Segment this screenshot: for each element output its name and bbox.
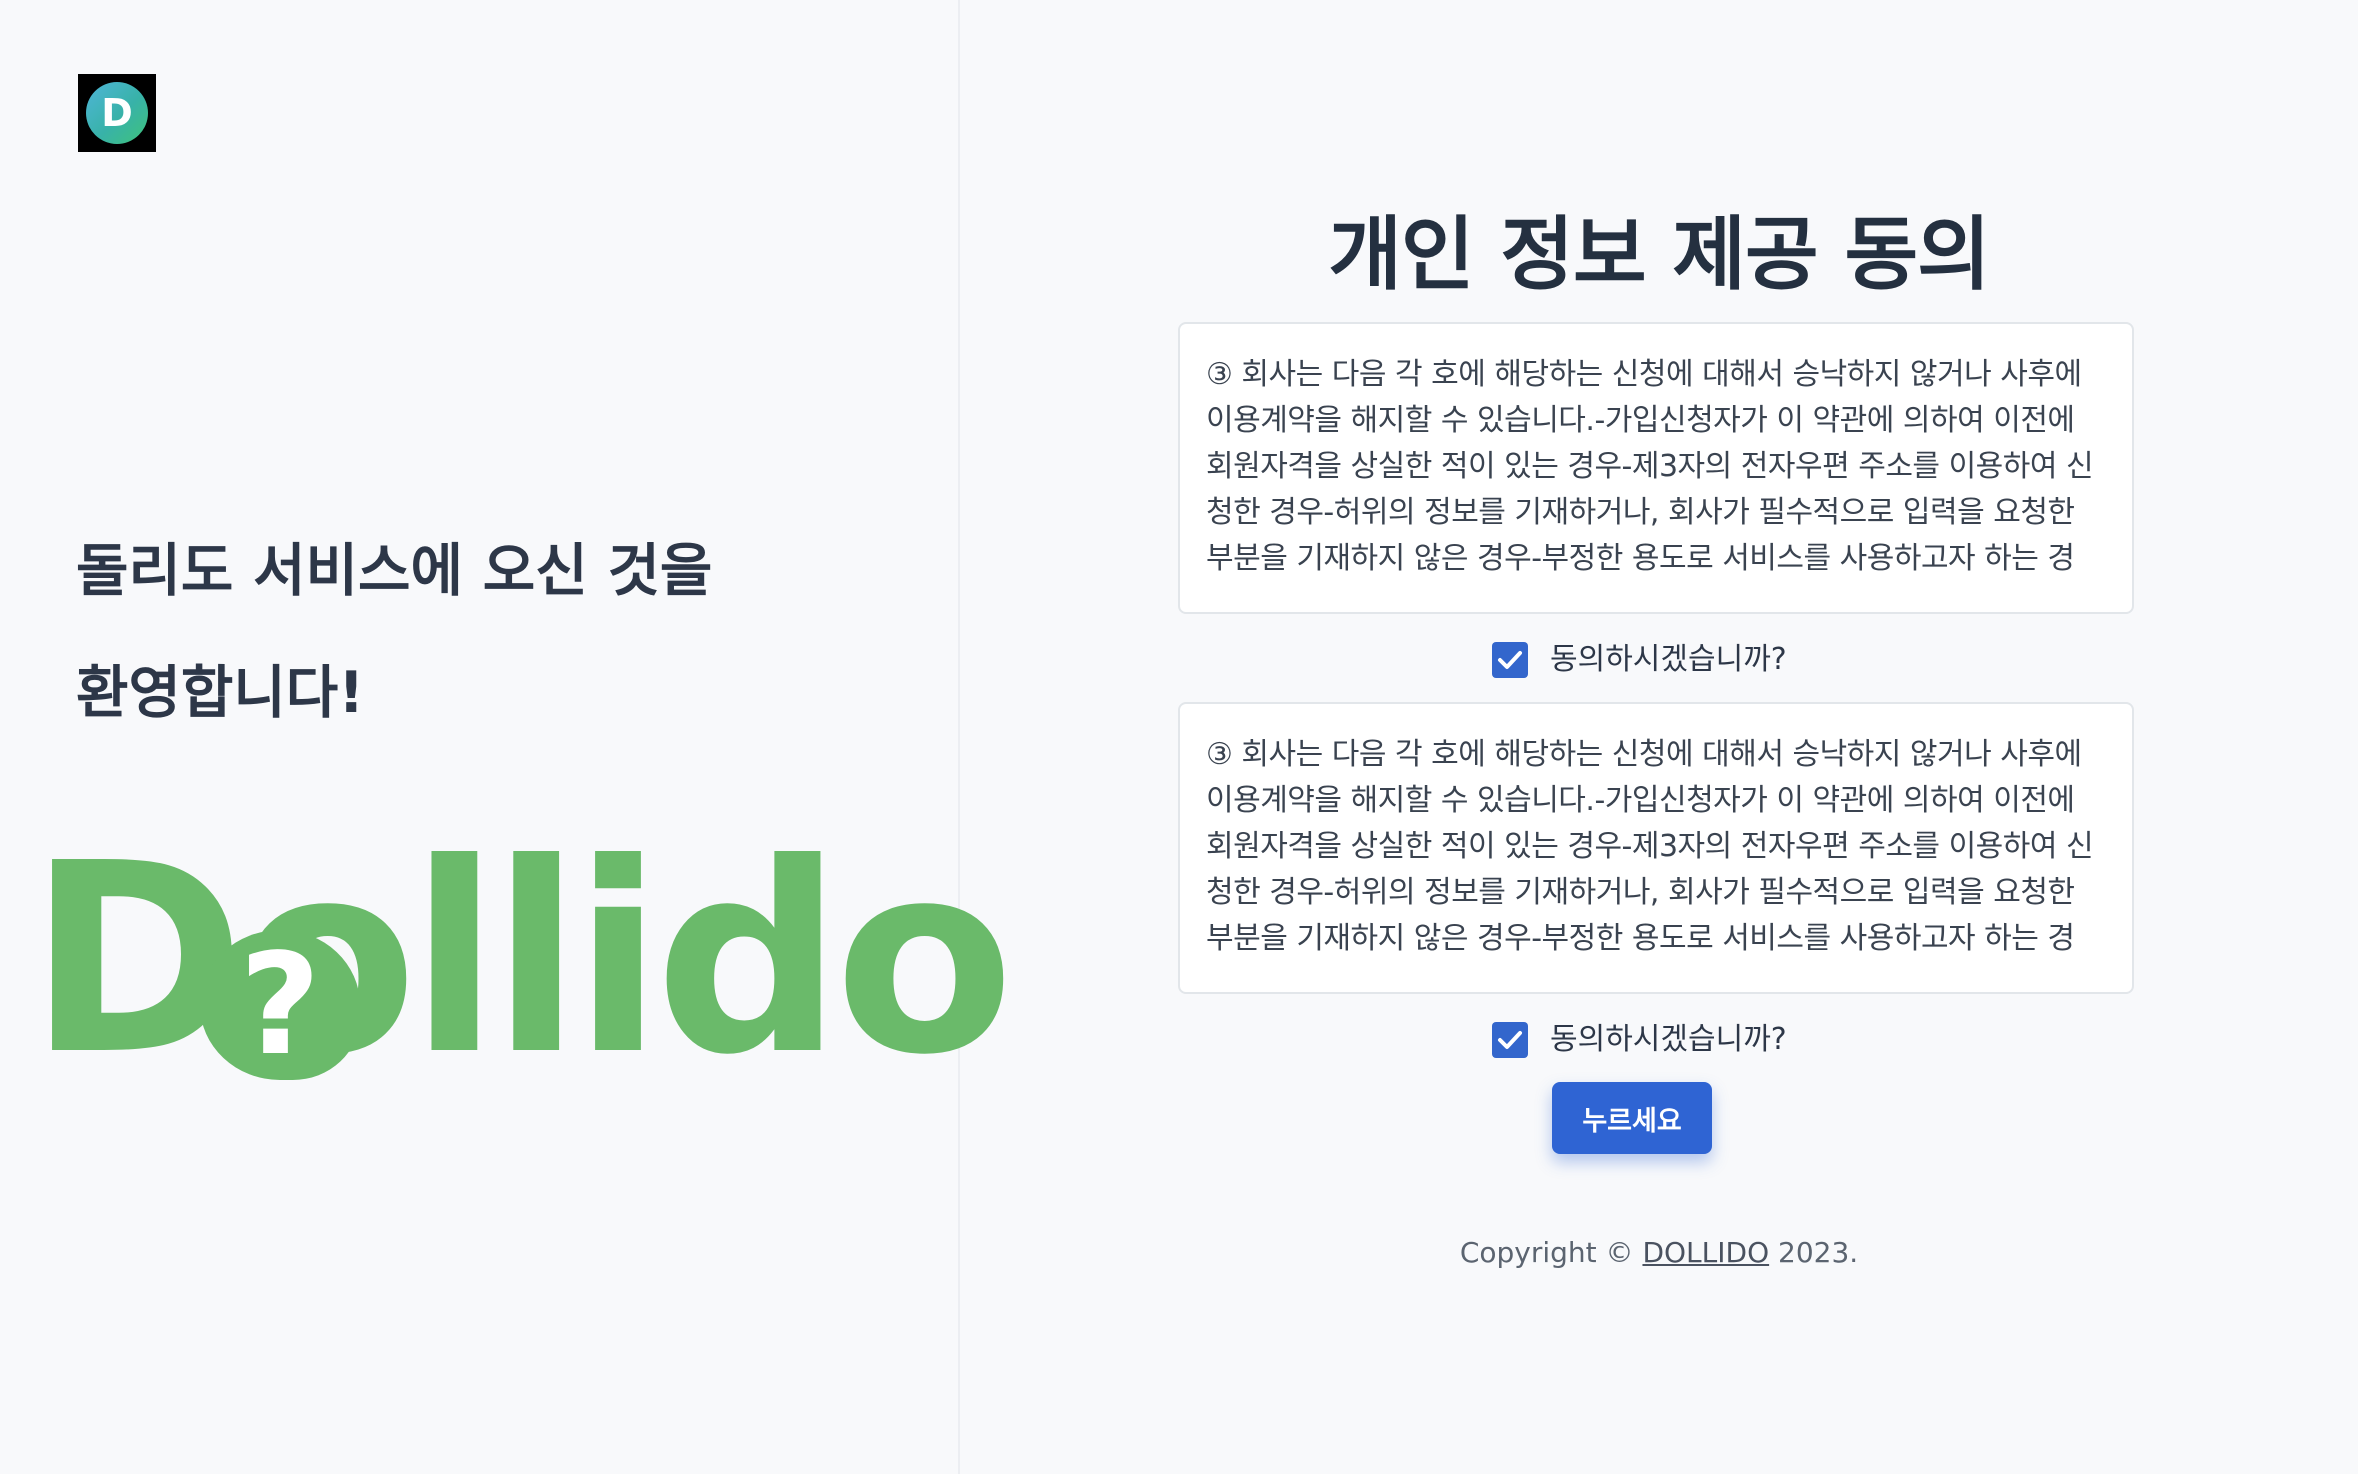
page-title: 개인 정보 제공 동의	[1328, 208, 1990, 301]
question-bubble-icon: ?	[200, 930, 360, 1080]
left-panel: D 돌리도 서비스에 오신 것을 환영합니다! Dollido ?	[0, 0, 1014, 1474]
checkmark-icon	[1498, 1031, 1522, 1049]
app-logo[interactable]: D	[78, 74, 156, 152]
agree-label[interactable]: 동의하시겠습니까?	[1550, 1020, 1787, 1060]
copyright-suffix: 2023.	[1769, 1236, 1859, 1269]
welcome-line-1: 돌리도 서비스에 오신 것을	[76, 538, 713, 604]
terms-box[interactable]: ③ 회사는 다음 각 호에 해당하는 신청에 대해서 승낙하지 않거나 사후에 …	[1178, 702, 2134, 994]
copyright: Copyright © DOLLIDO 2023.	[960, 1236, 2358, 1269]
submit-button[interactable]: 누르세요	[1552, 1082, 1712, 1154]
terms-text: ③ 회사는 다음 각 호에 해당하는 신청에 대해서 승낙하지 않거나 사후에 …	[1206, 737, 2094, 956]
logo-letter: D	[101, 91, 133, 135]
question-mark: ?	[239, 924, 321, 1087]
brand-logo: Dollido ?	[28, 829, 1014, 1091]
copyright-link[interactable]: DOLLIDO	[1642, 1236, 1769, 1269]
copyright-prefix: Copyright ©	[1459, 1236, 1643, 1269]
terms-text: ③ 회사는 다음 각 호에 해당하는 신청에 대해서 승낙하지 않거나 사후에 …	[1206, 357, 2094, 576]
terms-box[interactable]: ③ 회사는 다음 각 호에 해당하는 신청에 대해서 승낙하지 않거나 사후에 …	[1178, 322, 2134, 614]
welcome-line-2: 환영합니다!	[76, 660, 365, 726]
brand-wordmark: Dollido	[28, 807, 1014, 1112]
welcome-message: 돌리도 서비스에 오신 것을 환영합니다!	[76, 510, 796, 754]
agree-checkbox[interactable]	[1492, 1022, 1528, 1058]
agree-label[interactable]: 동의하시겠습니까?	[1550, 640, 1787, 680]
right-panel: 개인 정보 제공 동의 ③ 회사는 다음 각 호에 해당하는 신청에 대해서 승…	[960, 0, 2358, 1474]
agree-checkbox[interactable]	[1492, 642, 1528, 678]
checkmark-icon	[1498, 651, 1522, 669]
